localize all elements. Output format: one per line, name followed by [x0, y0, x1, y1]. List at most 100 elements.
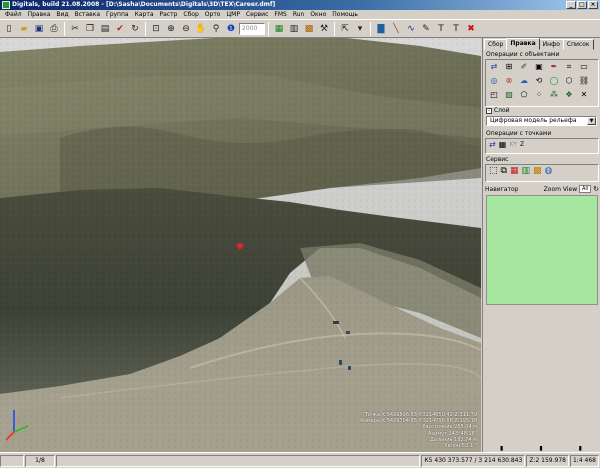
line-tool-icon[interactable]: ╲: [389, 22, 403, 36]
print-icon[interactable]: ⎙: [47, 22, 61, 36]
zoom-out-icon[interactable]: ⊖: [179, 22, 193, 36]
delete-icon[interactable]: ✖: [464, 22, 478, 36]
polygon-icon[interactable]: ⬡: [562, 74, 576, 87]
zoom-extent-icon[interactable]: ⊡: [149, 22, 163, 36]
table-icon[interactable]: ▦: [499, 140, 507, 149]
paste-icon[interactable]: ▤: [98, 22, 112, 36]
swap-points-icon[interactable]: ⇄: [489, 140, 496, 149]
xy-button[interactable]: XY: [509, 141, 517, 148]
tab-edit[interactable]: Правка: [506, 38, 540, 50]
split-icon[interactable]: ⊞: [502, 60, 516, 73]
minimize-button[interactable]: _: [566, 1, 576, 9]
rotate-icon[interactable]: ⟲: [532, 74, 546, 87]
tab-collect[interactable]: Сбор: [484, 39, 508, 50]
status-page: 1/8: [25, 454, 55, 467]
tab-info[interactable]: Инфо: [538, 39, 564, 50]
globe-icon[interactable]: ◍: [545, 166, 553, 176]
pattern-icon[interactable]: ❖: [562, 88, 576, 101]
menu-group[interactable]: Группа: [103, 10, 132, 19]
shape-icon[interactable]: ⬠: [517, 88, 531, 101]
color-grid-icon[interactable]: ▦: [510, 166, 519, 176]
maximize-button[interactable]: □: [577, 1, 587, 9]
menu-raster[interactable]: Растр: [157, 10, 181, 19]
swap-icon[interactable]: ⇄: [487, 60, 501, 73]
check-icon[interactable]: ✔: [113, 22, 127, 36]
cloud-icon[interactable]: ☁: [517, 74, 531, 87]
panel-btn-2-icon[interactable]: ▮: [539, 445, 542, 452]
navigator-header: Навигатор Zoom View All ↻: [485, 184, 599, 194]
edit-object-icon[interactable]: ✎: [419, 22, 433, 36]
new-file-icon[interactable]: ▯: [2, 22, 16, 36]
service-row: ⬚ ⧉ ▦ ▥ ▩ ◍: [489, 166, 552, 176]
grid-points-icon[interactable]: ⁘: [532, 88, 546, 101]
zoom-in-icon[interactable]: ⊕: [164, 22, 178, 36]
dots-icon[interactable]: ⁂: [547, 88, 561, 101]
grid-icon[interactable]: ▥: [287, 22, 301, 36]
menu-ortho[interactable]: Орто: [202, 10, 224, 19]
text-tool-icon[interactable]: T: [434, 22, 448, 36]
tab-list[interactable]: Список: [562, 39, 594, 50]
status-message: [56, 454, 421, 467]
open-folder-icon[interactable]: ▰: [17, 22, 31, 36]
image-icon[interactable]: ▣: [532, 60, 546, 73]
layer-select[interactable]: Цифровая модель рельефа ▼: [486, 116, 597, 126]
menu-run[interactable]: Run: [290, 10, 308, 19]
cut-icon[interactable]: ✂: [68, 22, 82, 36]
menu-view[interactable]: Вид: [53, 10, 71, 19]
panel-btn-3-icon[interactable]: ▮: [579, 445, 582, 452]
frame-icon[interactable]: ◰: [487, 88, 501, 101]
panel-btn-1-icon[interactable]: ▮: [500, 445, 503, 452]
tools-icon[interactable]: ⚒: [317, 22, 331, 36]
object-ops-title: Операции с объектами: [486, 51, 560, 58]
brush-icon[interactable]: ✐: [517, 60, 531, 73]
z-button[interactable]: Z: [520, 141, 524, 148]
cube-icon[interactable]: ⧉: [501, 166, 507, 176]
zoom-1to1-icon[interactable]: ❶: [224, 22, 238, 36]
close-button[interactable]: ×: [588, 1, 598, 9]
title-bar: Digitals, build 21.08.2008 - [D:\Sasha\D…: [0, 0, 600, 10]
label-tool-icon[interactable]: Т: [449, 22, 463, 36]
pan-hand-icon[interactable]: ✋: [194, 22, 208, 36]
save-icon[interactable]: ▣: [32, 22, 46, 36]
pen-icon[interactable]: ✒: [547, 60, 561, 73]
x-cross-icon[interactable]: ✕: [577, 88, 591, 101]
link-icon[interactable]: ⛓: [577, 74, 591, 87]
raster-icon[interactable]: ▩: [302, 22, 316, 36]
fill-area-icon[interactable]: ▇: [374, 22, 388, 36]
menu-insert[interactable]: Вставка: [72, 10, 103, 19]
ruler-icon[interactable]: ▭: [577, 60, 591, 73]
refresh-icon[interactable]: ↻: [593, 185, 599, 193]
merge-icon[interactable]: ⊗: [502, 74, 516, 87]
bars-icon[interactable]: ▥: [521, 166, 530, 176]
menu-service[interactable]: Сервис: [243, 10, 271, 19]
menu-edit[interactable]: Правка: [25, 10, 54, 19]
all-button[interactable]: All: [579, 185, 592, 193]
menu-dem[interactable]: ЦМР: [223, 10, 242, 19]
photo-icon[interactable]: ▨: [502, 88, 516, 101]
curve-tool-icon[interactable]: ∿: [404, 22, 418, 36]
menu-file[interactable]: Файл: [2, 10, 25, 19]
shape-tool-icon[interactable]: ⬚: [489, 166, 498, 176]
menu-help[interactable]: Помощь: [329, 10, 361, 19]
point-ops-title: Операции с точками: [486, 130, 552, 137]
crop-icon[interactable]: ⌗: [562, 60, 576, 73]
chart-icon[interactable]: ▩: [533, 166, 542, 176]
menu-fms[interactable]: FMS: [271, 10, 289, 19]
copy-icon[interactable]: ❐: [83, 22, 97, 36]
chevron-down-icon[interactable]: ▼: [587, 117, 596, 125]
zoom-icon[interactable]: ⚲: [209, 22, 223, 36]
circle-icon[interactable]: ◯: [547, 74, 561, 87]
navigator-map[interactable]: [486, 195, 598, 305]
menu-window[interactable]: Окно: [307, 10, 329, 19]
menu-map[interactable]: Карта: [132, 10, 157, 19]
terrain-3d-view[interactable]: Точка X:5429896.83 Y:3214650.42 Z:311.79…: [0, 38, 481, 452]
compass-icon[interactable]: ◎: [487, 74, 501, 87]
redo-icon[interactable]: ↻: [128, 22, 142, 36]
scale-input[interactable]: 2000: [239, 22, 265, 35]
dropdown-icon[interactable]: ▾: [353, 22, 367, 36]
layers-icon[interactable]: ▦: [272, 22, 286, 36]
side-panel: Сбор Правка Инфо Список Операции с объек…: [482, 38, 600, 452]
export-icon[interactable]: ⇱: [338, 22, 352, 36]
layer-checkbox[interactable]: –: [486, 107, 492, 114]
menu-collect[interactable]: Сбор: [180, 10, 201, 19]
